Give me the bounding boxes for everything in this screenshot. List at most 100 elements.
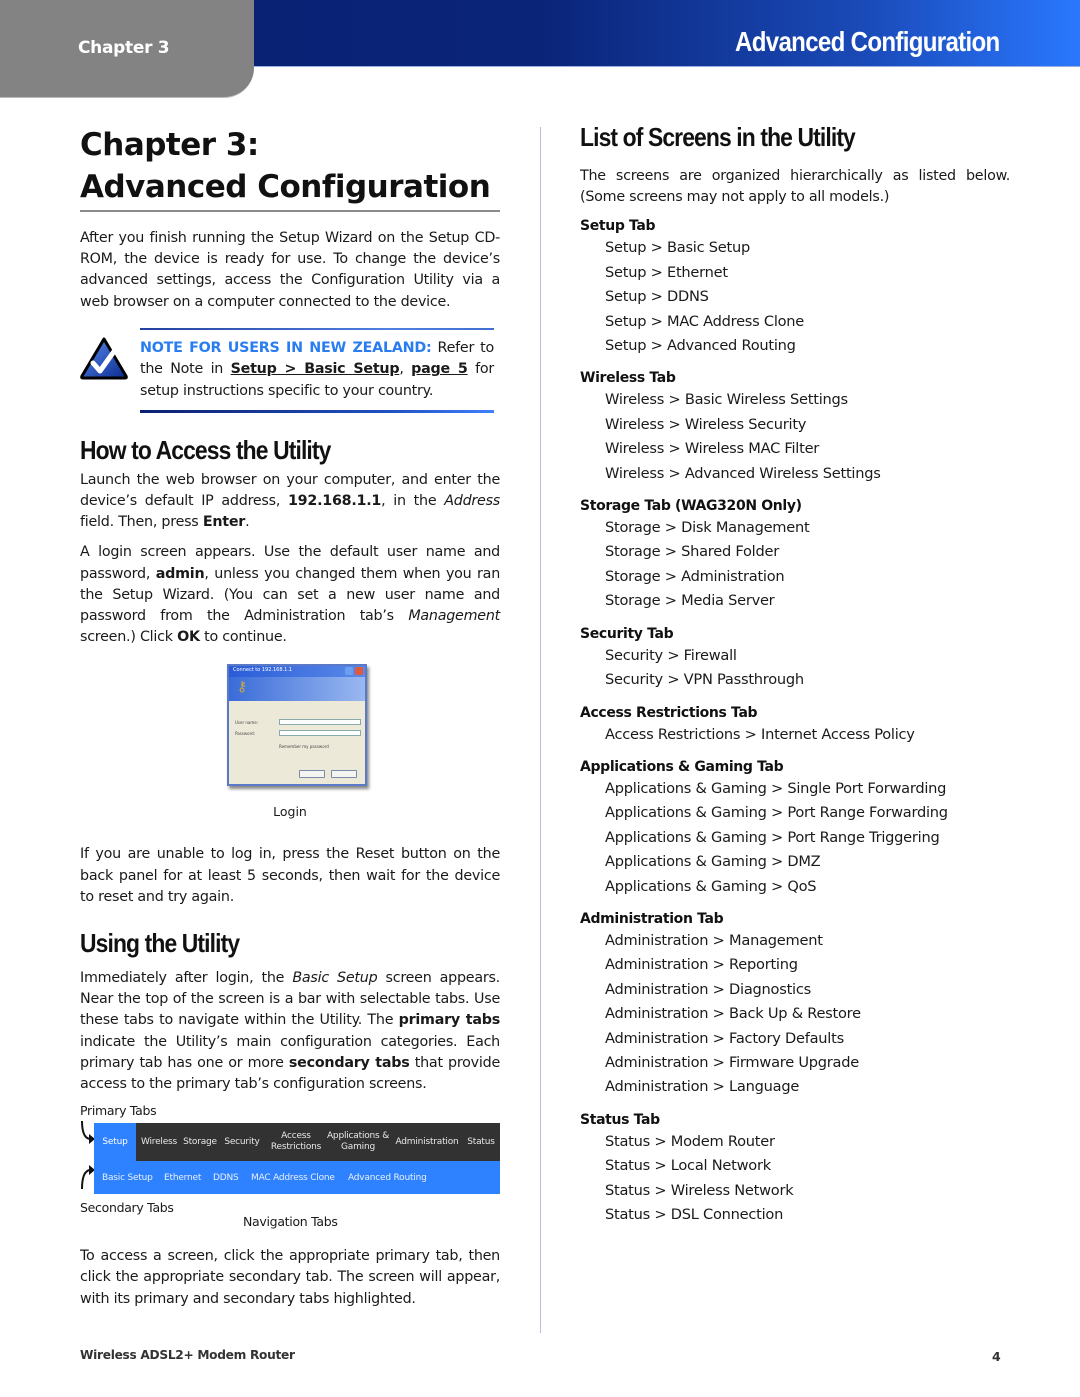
heading-how-to-access: How to Access the Utility	[80, 434, 331, 465]
username-field	[279, 719, 361, 726]
primary-tab-status: Status	[467, 1136, 495, 1147]
username-label: User name:	[235, 720, 259, 726]
list-item: Storage > Administration	[605, 567, 785, 585]
navigation-tabs-caption: Navigation Tabs	[243, 1214, 338, 1230]
chapter-title-line2: Advanced Configuration	[80, 169, 491, 205]
remember-checkbox-label: Remember my password	[279, 744, 329, 750]
list-item: Setup > DDNS	[605, 288, 709, 306]
list-item: Administration > Factory Defaults	[605, 1029, 844, 1047]
primary-tab-access-restrictions: Access Restrictions	[270, 1131, 322, 1153]
footer-product-name: Wireless ADSL2+ Modem Router	[80, 1348, 295, 1362]
list-item: Status > Modem Router	[605, 1132, 775, 1150]
heading-list-of-screens: List of Screens in the Utility	[580, 122, 856, 152]
checkmark-icon	[80, 337, 128, 380]
link-setup-basic-setup[interactable]: Setup > Basic Setup	[231, 361, 400, 377]
login-cancel-button	[331, 770, 357, 779]
login-window-title: Connect to 192.168.1.1	[233, 667, 293, 674]
secondary-tabs-label: Secondary Tabs	[80, 1200, 174, 1216]
note-text: NOTE FOR USERS IN NEW ZEALAND: Refer to …	[140, 338, 494, 403]
list-item: Administration > Diagnostics	[605, 980, 811, 998]
list-item: Wireless > Wireless MAC Filter	[605, 440, 820, 458]
group-heading: Security Tab	[580, 625, 674, 642]
password-field	[279, 730, 361, 737]
list-item: Administration > Firmware Upgrade	[605, 1053, 859, 1071]
group-heading: Storage Tab (WAG320N Only)	[580, 498, 802, 515]
list-item: Status > Wireless Network	[605, 1181, 794, 1199]
login-titlebar: Connect to 192.168.1.1	[229, 666, 365, 678]
login-banner: ⚷	[229, 677, 365, 702]
note-box: NOTE FOR USERS IN NEW ZEALAND: Refer to …	[80, 327, 500, 413]
primary-tab-setup: Setup	[94, 1123, 136, 1162]
list-item: Status > Local Network	[605, 1157, 771, 1175]
default-credentials: admin	[155, 565, 205, 582]
right-column: List of Screens in the Utility The scree…	[580, 120, 1010, 1227]
login-caption: Login	[273, 804, 307, 820]
list-item: Applications & Gaming > DMZ	[605, 853, 821, 871]
secondary-tab-advanced-routing: Advanced Routing	[348, 1173, 427, 1184]
chapter-title: Chapter 3: Advanced Configuration	[80, 124, 500, 212]
primary-tab-applications-gaming: Applications & Gaming	[326, 1131, 390, 1153]
list-item: Access Restrictions > Internet Access Po…	[605, 725, 915, 743]
section-title: Advanced Configuration	[735, 26, 1001, 57]
list-item: Setup > Basic Setup	[605, 239, 750, 257]
list-intro-paragraph: The screens are organized hierarchically…	[580, 168, 1010, 206]
group-heading: Applications & Gaming Tab	[580, 758, 784, 775]
list-item: Storage > Disk Management	[605, 519, 810, 537]
using-paragraph: Immediately after login, the Basic Setup…	[80, 970, 501, 1093]
list-item: Wireless > Advanced Wireless Settings	[605, 464, 881, 482]
list-item: Applications & Gaming > Port Range Trigg…	[605, 828, 940, 846]
secondary-tab-ethernet: Ethernet	[164, 1173, 202, 1184]
list-item: Security > Firewall	[605, 646, 737, 664]
column-divider	[540, 127, 541, 1333]
group-heading: Setup Tab	[580, 218, 656, 235]
list-item: Storage > Shared Folder	[605, 543, 779, 561]
default-ip: 192.168.1.1	[287, 493, 382, 510]
secondary-tab-mac-address-clone: MAC Address Clone	[251, 1173, 335, 1184]
list-item: Administration > Language	[605, 1078, 800, 1096]
chapter-title-line1: Chapter 3:	[80, 127, 259, 163]
link-page-5[interactable]: page 5	[411, 361, 468, 377]
list-item: Administration > Back Up & Restore	[605, 1005, 861, 1023]
secondary-tab-basic-setup: Basic Setup	[102, 1173, 153, 1184]
password-label: Password:	[235, 731, 256, 737]
group-heading: Administration Tab	[580, 910, 724, 927]
primary-tab-security: Security	[224, 1136, 260, 1147]
close-icon	[355, 667, 363, 676]
secondary-tab-ddns: DDNS	[213, 1173, 239, 1184]
list-item: Applications & Gaming > Port Range Forwa…	[605, 804, 948, 822]
list-item: Setup > Ethernet	[605, 263, 728, 281]
access-paragraph-1: Launch the web browser on your computer,…	[80, 471, 500, 531]
reset-paragraph: If you are unable to log in, press the R…	[80, 846, 500, 905]
primary-tab-administration: Administration	[395, 1136, 459, 1147]
list-item: Storage > Media Server	[605, 592, 775, 610]
note-rule-bottom	[140, 409, 494, 413]
list-item: Wireless > Wireless Security	[605, 415, 807, 433]
list-item: Administration > Management	[605, 931, 823, 949]
list-item: Security > VPN Passthrough	[605, 671, 804, 689]
primary-tabs-label: Primary Tabs	[80, 1103, 157, 1119]
access-paragraph-2: A login screen appears. Use the default …	[80, 544, 500, 646]
note-text-part: ,	[399, 361, 412, 378]
group-heading: Status Tab	[580, 1111, 660, 1128]
login-dialog: Connect to 192.168.1.1 ⚷ User name: Pass…	[227, 664, 367, 787]
left-column: Chapter 3: Advanced Configuration After …	[80, 120, 500, 1310]
note-rule-top	[140, 327, 494, 330]
nav-tabs-bar: Setup Wireless Storage Security Access Re…	[94, 1123, 500, 1195]
list-item: Applications & Gaming > Single Port Forw…	[605, 779, 947, 797]
group-heading: Access Restrictions Tab	[580, 704, 758, 721]
help-icon	[345, 667, 353, 676]
keys-icon: ⚷	[237, 679, 248, 696]
heading-using-utility: Using the Utility	[80, 928, 240, 959]
navigation-tabs-figure: Primary Tabs Setup Wireless Storage Secu…	[80, 1103, 500, 1244]
list-item: Setup > Advanced Routing	[605, 337, 796, 355]
intro-paragraph: After you finish running the Setup Wizar…	[80, 230, 500, 310]
list-item: Status > DSL Connection	[605, 1206, 784, 1223]
secondary-tab-bar: Basic Setup Ethernet DDNS MAC Address Cl…	[94, 1161, 500, 1195]
list-item: Setup > MAC Address Clone	[605, 312, 805, 330]
screen-list: Setup Tab Setup > Basic Setup Setup > Ethe…	[580, 216, 1010, 1227]
list-item: Applications & Gaming > QoS	[605, 877, 817, 895]
closing-paragraph: To access a screen, click the appropriat…	[80, 1248, 500, 1307]
primary-tab-bar: Setup Wireless Storage Security Access Re…	[94, 1123, 500, 1162]
group-heading: Wireless Tab	[580, 370, 676, 387]
login-screenshot: Connect to 192.168.1.1 ⚷ User name: Pass…	[227, 664, 369, 788]
